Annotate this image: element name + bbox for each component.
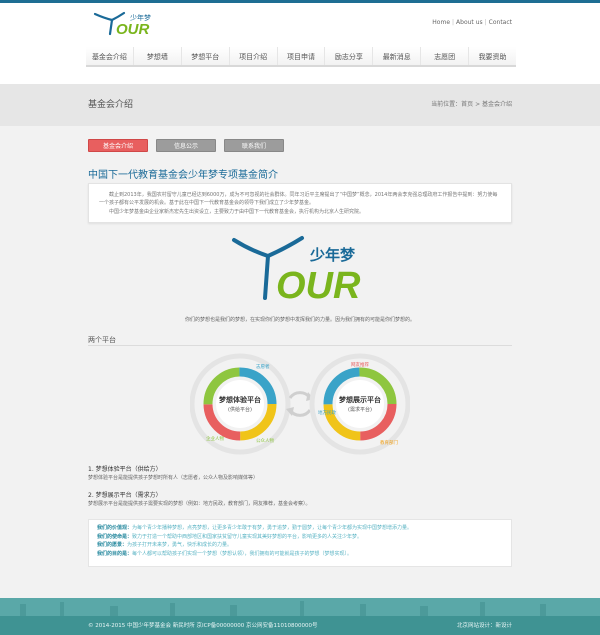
svg-text:(供给平台): (供给平台) [228, 406, 252, 413]
tab-contact-us[interactable]: 联系我们 [224, 139, 284, 152]
footer: © 2014-2015 中国少年梦基金会 新民时所 京ICP备00000000 … [0, 616, 600, 635]
banner-title: 基金会介绍 [88, 100, 134, 110]
tab-info-disclosure[interactable]: 信息公示 [156, 139, 216, 152]
info-row: 我们的使命是：致力于打造一个帮助中西部地区和国家扶贫留守儿童实现其美好梦想的平台… [97, 533, 363, 540]
top-links: Home | About us | Contact [432, 19, 512, 26]
nav-item-news[interactable]: 最新消息 [372, 47, 421, 65]
values-box: 我们的价值观：为每个青少年播种梦想，点亮梦想，让更多青少年敢于有梦，勇于追梦，勤… [88, 519, 512, 567]
main-nav: 基金会介绍 梦想墙 梦想平台 项目介绍 项目申请 励志分享 最新消息 志愿团 我… [86, 47, 517, 67]
svg-text:少年梦: 少年梦 [130, 13, 151, 22]
svg-text:网友推荐: 网友推荐 [351, 361, 369, 368]
tab-foundation-intro[interactable]: 基金会介绍 [88, 139, 148, 152]
svg-text:(需求平台): (需求平台) [348, 406, 372, 413]
svg-text:教育部门: 教育部门 [380, 439, 398, 446]
nav-item-volunteers[interactable]: 志愿团 [420, 47, 469, 65]
about-link[interactable]: About us [456, 19, 483, 26]
svg-text:梦想展示平台: 梦想展示平台 [339, 395, 381, 404]
breadcrumb: 当前位置：首页 > 基金会介绍 [431, 101, 512, 108]
svg-text:志愿者: 志愿者 [256, 363, 270, 370]
section-2-desc: 梦想展示平台是能提供孩子需要实现的梦想（例如：地方民政，教育部门，网友推荐，基金… [88, 501, 311, 507]
your-logo-large: OUR 少年梦 [232, 236, 361, 302]
section-2-title: 2. 梦想展示平台（需求方） [88, 492, 162, 499]
left-center [216, 380, 264, 428]
intro-paragraph-2: 中国少年梦基金由企业家新杰宏先生出资设立，主要致力于由中国下一代教育基金会，执行… [109, 209, 365, 215]
nav-item-dream-platform[interactable]: 梦想平台 [180, 47, 229, 65]
footer-credit[interactable]: 北京网站设计：新设计 [457, 621, 512, 629]
svg-text:OUR: OUR [116, 21, 150, 36]
site-logo[interactable]: OUR 少年梦 [92, 10, 152, 36]
home-link[interactable]: Home [432, 19, 450, 26]
footer-copyright: © 2014-2015 中国少年梦基金会 新民时所 京ICP备00000000 … [88, 623, 318, 629]
nav-item-projects[interactable]: 项目介绍 [228, 47, 277, 65]
section-1-title: 1. 梦想体验平台（供给方） [88, 466, 162, 473]
nav-item-foundation[interactable]: 基金会介绍 [86, 47, 133, 65]
svg-text:公众人物: 公众人物 [256, 437, 274, 444]
page-title: 中国下一代教育基金会少年梦专项基金简介 [88, 170, 278, 181]
top-accent-bar [0, 0, 600, 3]
page-banner: 基金会介绍 当前位置：首页 > 基金会介绍 [0, 84, 600, 126]
section-1-desc: 梦想体验平台是能提供孩子梦想时所有人（志愿者，公众人物及影响媒体等） [88, 475, 259, 481]
sub-tabs: 基金会介绍 信息公示 联系我们 [88, 139, 284, 152]
intro-box: 截止到2013年，我国农村留守儿童已经达到6000万，成为不可忽视的社会群体。同… [88, 183, 512, 223]
slogan-text: 你们的梦想也是我们的梦想，在实现你们的梦想中发挥我们的力量。因为我们拥有的可能是… [184, 317, 415, 323]
nav-item-stories[interactable]: 励志分享 [324, 47, 373, 65]
info-row: 我们的愿景：为孩子打开未来梦，勇气，快乐和成长的力量。 [97, 542, 233, 549]
section-divider [88, 345, 512, 346]
contact-link[interactable]: Contact [489, 19, 512, 26]
nav-item-dream-wall[interactable]: 梦想墙 [132, 47, 181, 65]
svg-text:OUR: OUR [276, 265, 361, 302]
info-row: 我们的价值观：为每个青少年播种梦想，点亮梦想，让更多青少年敢于有梦，勇于追梦，勤… [97, 525, 413, 531]
svg-text:少年梦: 少年梦 [309, 246, 356, 264]
info-row: 我们的目的是：每个人都可以帮助孩子们实现一个梦想（梦想认领），我们拥有的可能就是… [97, 551, 353, 558]
two-platforms-diagram: 梦想体验平台 (供给平台) 志愿者 企业人物 公众人物 梦想展示平台 (需求平台… [190, 353, 410, 455]
svg-text:企业人物: 企业人物 [206, 435, 224, 442]
right-center [336, 380, 384, 428]
footer-decoration [0, 598, 600, 616]
svg-text:梦想体验平台: 梦想体验平台 [219, 395, 261, 404]
two-platforms-heading: 两个平台 [88, 336, 116, 344]
svg-text:地方民政: 地方民政 [318, 409, 336, 416]
nav-item-apply[interactable]: 项目申请 [276, 47, 325, 65]
nav-item-donate[interactable]: 我要资助 [468, 47, 517, 65]
intro-paragraph-1: 截止到2013年，我国农村留守儿童已经达到6000万，成为不可忽视的社会群体。同… [99, 192, 498, 206]
